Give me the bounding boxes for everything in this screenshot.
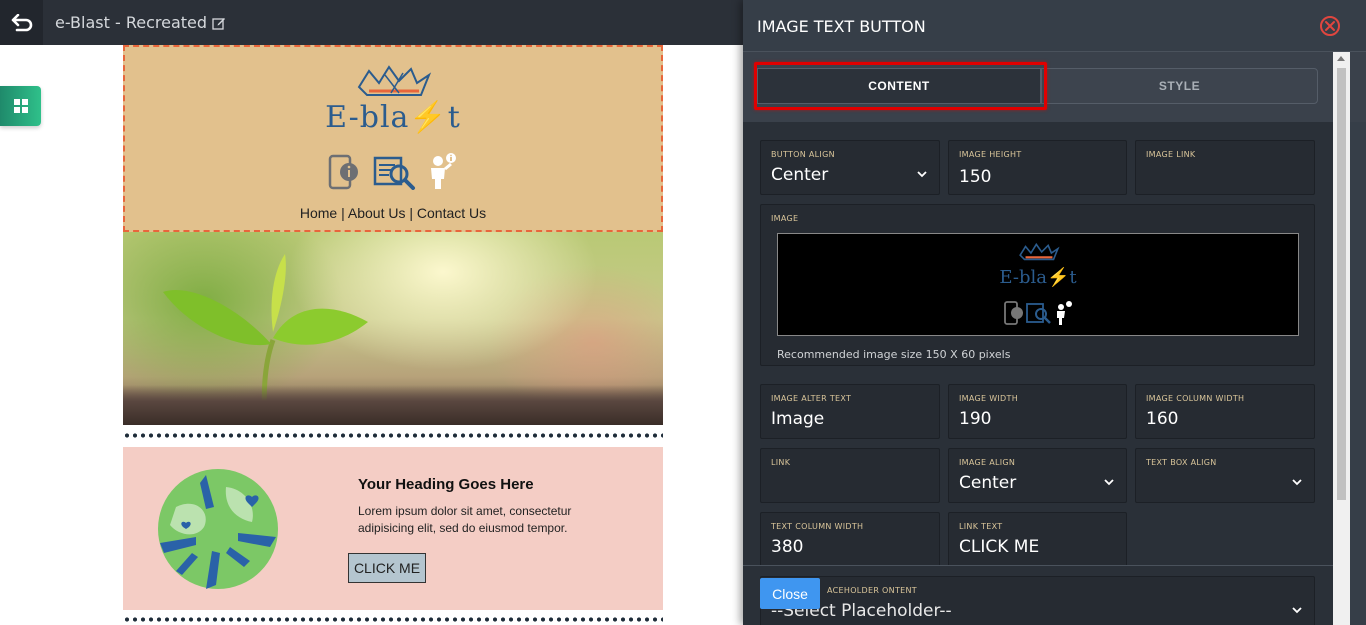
placeholder-select[interactable]: ACEHOLDER ONTENT --Select Placeholder-- xyxy=(760,576,1315,625)
panel-scrollbar[interactable] xyxy=(1333,52,1350,625)
logo-crown-icon xyxy=(1019,242,1060,261)
nav-link-contact[interactable]: Contact Us xyxy=(417,205,486,221)
email-nav-links: Home | About Us | Contact Us xyxy=(125,205,661,221)
link-text-input[interactable]: LINK TEXT CLICK ME xyxy=(948,512,1127,565)
nav-separator: | xyxy=(337,205,348,221)
hero-image-seedling[interactable] xyxy=(123,232,663,425)
scroll-thumb[interactable] xyxy=(1337,68,1346,500)
grid-icon xyxy=(13,99,28,113)
field-value: 160 xyxy=(1146,409,1179,429)
nav-separator: | xyxy=(405,205,417,221)
logo-crown-icon xyxy=(357,65,432,96)
chevron-down-icon xyxy=(1104,479,1114,486)
field-label: IMAGE ALIGN xyxy=(959,458,1016,467)
settings-panel: IMAGE TEXT BUTTON CONTENT STYLE BUTTON A… xyxy=(743,0,1366,625)
text-box-align-select[interactable]: TEXT BOX ALIGN xyxy=(1135,448,1315,503)
nav-link-home[interactable]: Home xyxy=(300,205,337,221)
email-header-block[interactable]: E-bla⚡t Home | About Us | Contact Us xyxy=(123,45,663,232)
field-label: TEXT BOX ALIGN xyxy=(1146,458,1217,467)
tab-style[interactable]: STYLE xyxy=(1041,68,1318,104)
panel-tabs: CONTENT STYLE xyxy=(743,52,1366,122)
scroll-up-arrow-icon[interactable] xyxy=(1337,56,1345,61)
header-icons-row xyxy=(327,152,457,190)
content-heading: Your Heading Goes Here xyxy=(358,476,534,493)
button-align-select[interactable]: BUTTON ALIGN Center xyxy=(760,140,940,195)
chevron-down-icon xyxy=(1292,479,1302,486)
blocks-panel-toggle[interactable] xyxy=(0,86,41,126)
link-input[interactable]: LINK xyxy=(760,448,940,503)
dotted-divider xyxy=(123,425,663,447)
image-link-input[interactable]: IMAGE LINK xyxy=(1135,140,1315,195)
globe-hands-icon xyxy=(158,469,278,589)
field-label: ACEHOLDER ONTENT xyxy=(827,586,917,595)
chevron-down-icon xyxy=(1292,607,1302,614)
field-label: IMAGE ALTER TEXT xyxy=(771,394,852,403)
back-button[interactable] xyxy=(0,0,43,45)
image-height-input[interactable]: IMAGE HEIGHT 150 xyxy=(948,140,1127,195)
nav-link-about[interactable]: About Us xyxy=(348,205,406,221)
image-preview[interactable]: E-bla⚡t xyxy=(777,233,1299,336)
close-circle-icon[interactable] xyxy=(1319,15,1341,37)
preview-header-icons xyxy=(1004,301,1072,325)
phone-info-icon xyxy=(328,154,358,190)
tab-content[interactable]: CONTENT xyxy=(757,68,1041,104)
image-width-input[interactable]: IMAGE WIDTH 190 xyxy=(948,384,1127,439)
field-label: IMAGE WIDTH xyxy=(959,394,1019,403)
field-value: 380 xyxy=(771,537,804,557)
field-value: 190 xyxy=(959,409,992,429)
person-info-icon xyxy=(431,153,456,189)
chevron-down-icon xyxy=(917,171,927,178)
click-me-button[interactable]: CLICK ME xyxy=(348,553,426,583)
image-alt-text-input[interactable]: IMAGE ALTER TEXT Image xyxy=(760,384,940,439)
panel-footer: ACEHOLDER ONTENT --Select Placeholder-- … xyxy=(743,565,1333,625)
close-button[interactable]: Close xyxy=(760,578,820,609)
content-body-text: Lorem ipsum dolor sit amet, consectetur … xyxy=(358,504,572,535)
field-label: BUTTON ALIGN xyxy=(771,150,835,159)
text-column-width-input[interactable]: TEXT COLUMN WIDTH 380 xyxy=(760,512,940,565)
preview-logo-wordmark: E-bla⚡t xyxy=(999,267,1077,288)
image-text-button-block[interactable]: Your Heading Goes Here Lorem ipsum dolor… xyxy=(123,447,663,610)
email-canvas: E-bla⚡t Home | About Us | Contact Us You… xyxy=(123,45,663,610)
field-label: LINK TEXT xyxy=(959,522,1003,531)
field-label: TEXT COLUMN WIDTH xyxy=(771,522,864,531)
top-bar: e-Blast - Recreated xyxy=(0,0,743,45)
image-size-note: Recommended image size 150 X 60 pixels xyxy=(777,348,1011,361)
field-label: LINK xyxy=(771,458,791,467)
document-title-text: e-Blast - Recreated xyxy=(55,13,208,32)
soil-area xyxy=(123,385,663,425)
document-search-icon xyxy=(373,156,415,190)
field-label: IMAGE COLUMN WIDTH xyxy=(1146,394,1245,403)
field-value: Image xyxy=(771,409,825,429)
field-value: CLICK ME xyxy=(959,537,1040,557)
panel-header: IMAGE TEXT BUTTON xyxy=(743,0,1366,52)
field-value: Center xyxy=(771,165,829,185)
field-label: IMAGE LINK xyxy=(1146,150,1196,159)
field-label: IMAGE HEIGHT xyxy=(959,150,1022,159)
edit-icon[interactable] xyxy=(212,16,226,30)
dotted-divider-bottom xyxy=(123,613,663,625)
back-arrow-icon xyxy=(11,13,32,31)
image-column-width-input[interactable]: IMAGE COLUMN WIDTH 160 xyxy=(1135,384,1315,439)
logo-wordmark: E-bla⚡t xyxy=(325,100,461,135)
document-title[interactable]: e-Blast - Recreated xyxy=(55,13,226,32)
field-label: IMAGE xyxy=(771,214,799,223)
panel-title: IMAGE TEXT BUTTON xyxy=(757,17,926,36)
image-upload-field[interactable]: IMAGE E-bla⚡t Recommended image size 150… xyxy=(760,204,1315,366)
field-value: 150 xyxy=(959,167,992,187)
field-value: Center xyxy=(959,473,1017,493)
content-form: BUTTON ALIGN Center IMAGE HEIGHT 150 IMA… xyxy=(743,122,1333,565)
image-align-select[interactable]: IMAGE ALIGN Center xyxy=(948,448,1127,503)
